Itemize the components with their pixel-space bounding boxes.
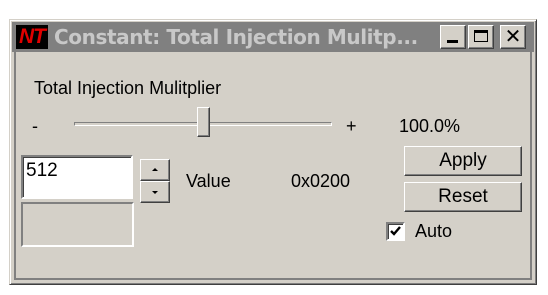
constant-heading: Total Injection Mulitplier <box>34 78 222 98</box>
reset-button[interactable]: Reset <box>404 182 522 212</box>
close-icon: ✕ <box>504 26 522 48</box>
spin-up-button[interactable] <box>140 159 170 181</box>
secondary-field <box>21 202 134 247</box>
value-input[interactable]: 512 <box>21 155 133 199</box>
arrow-down-icon <box>152 191 158 194</box>
percent-readout: 100.0% <box>399 116 461 136</box>
spin-down-button[interactable] <box>140 181 170 203</box>
nt-logo: NT <box>16 25 48 49</box>
maximize-icon <box>474 30 488 42</box>
title-bar[interactable]: NT Constant: Total Injection Mulitp... ✕ <box>12 22 534 52</box>
maximize-button[interactable] <box>468 25 494 49</box>
minimize-icon <box>447 40 458 43</box>
hex-value: 0x0200 <box>291 171 351 191</box>
apply-button[interactable]: Apply <box>404 146 522 176</box>
slider-thumb[interactable] <box>196 107 210 137</box>
minimize-button[interactable] <box>440 25 466 49</box>
slider-plus-label: + <box>346 116 357 136</box>
window-title: Constant: Total Injection Mulitp... <box>54 25 418 49</box>
constant-window: NT Constant: Total Injection Mulitp... ✕… <box>9 19 537 285</box>
slider-minus-label: - <box>32 116 38 136</box>
auto-label: Auto <box>415 221 453 241</box>
arrow-up-icon <box>152 168 158 171</box>
close-button[interactable]: ✕ <box>500 25 526 49</box>
value-label: Value <box>186 171 231 191</box>
checkmark-icon <box>390 226 401 236</box>
auto-checkbox[interactable] <box>386 222 405 241</box>
